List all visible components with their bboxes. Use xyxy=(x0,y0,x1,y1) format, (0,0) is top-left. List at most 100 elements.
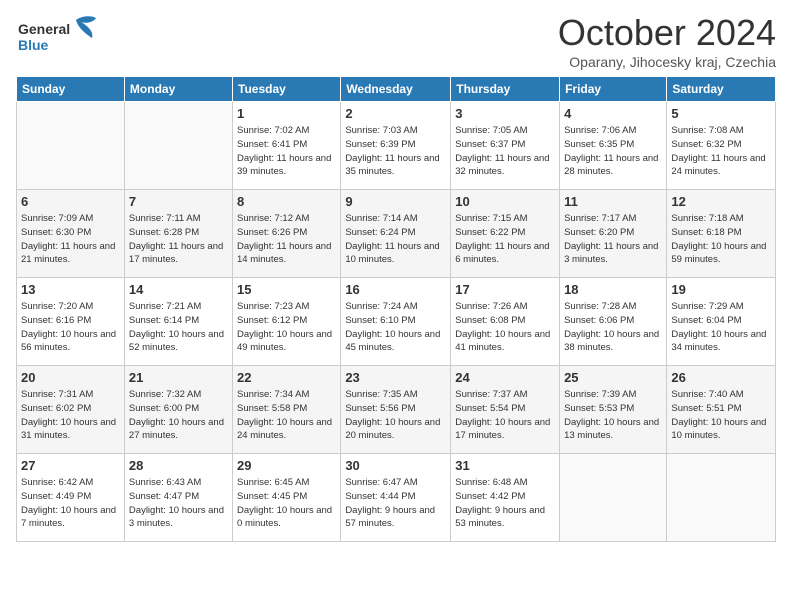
table-row: 31Sunrise: 6:48 AM Sunset: 4:42 PM Dayli… xyxy=(451,454,560,542)
day-number: 7 xyxy=(129,193,228,211)
calendar-week-3: 13Sunrise: 7:20 AM Sunset: 6:16 PM Dayli… xyxy=(17,278,776,366)
table-row: 15Sunrise: 7:23 AM Sunset: 6:12 PM Dayli… xyxy=(233,278,341,366)
calendar-table: Sunday Monday Tuesday Wednesday Thursday… xyxy=(16,76,776,542)
day-number: 1 xyxy=(237,105,336,123)
day-number: 5 xyxy=(671,105,771,123)
day-number: 13 xyxy=(21,281,120,299)
table-row: 21Sunrise: 7:32 AM Sunset: 6:00 PM Dayli… xyxy=(124,366,232,454)
day-info: Sunrise: 7:18 AM Sunset: 6:18 PM Dayligh… xyxy=(671,212,771,267)
day-info: Sunrise: 7:06 AM Sunset: 6:35 PM Dayligh… xyxy=(564,124,662,179)
day-info: Sunrise: 7:29 AM Sunset: 6:04 PM Dayligh… xyxy=(671,300,771,355)
table-row xyxy=(560,454,667,542)
svg-text:General: General xyxy=(18,21,70,37)
day-number: 12 xyxy=(671,193,771,211)
day-number: 31 xyxy=(455,457,555,475)
col-saturday: Saturday xyxy=(667,77,776,102)
day-number: 27 xyxy=(21,457,120,475)
day-number: 26 xyxy=(671,369,771,387)
day-number: 10 xyxy=(455,193,555,211)
day-info: Sunrise: 7:37 AM Sunset: 5:54 PM Dayligh… xyxy=(455,388,555,443)
day-number: 15 xyxy=(237,281,336,299)
day-info: Sunrise: 6:43 AM Sunset: 4:47 PM Dayligh… xyxy=(129,476,228,531)
day-number: 3 xyxy=(455,105,555,123)
col-tuesday: Tuesday xyxy=(233,77,341,102)
day-info: Sunrise: 7:40 AM Sunset: 5:51 PM Dayligh… xyxy=(671,388,771,443)
calendar-week-1: 1Sunrise: 7:02 AM Sunset: 6:41 PM Daylig… xyxy=(17,102,776,190)
title-area: October 2024 Oparany, Jihocesky kraj, Cz… xyxy=(558,12,776,70)
table-row: 18Sunrise: 7:28 AM Sunset: 6:06 PM Dayli… xyxy=(560,278,667,366)
day-info: Sunrise: 7:17 AM Sunset: 6:20 PM Dayligh… xyxy=(564,212,662,267)
day-info: Sunrise: 7:02 AM Sunset: 6:41 PM Dayligh… xyxy=(237,124,336,179)
day-info: Sunrise: 7:11 AM Sunset: 6:28 PM Dayligh… xyxy=(129,212,228,267)
table-row: 29Sunrise: 6:45 AM Sunset: 4:45 PM Dayli… xyxy=(233,454,341,542)
table-row: 20Sunrise: 7:31 AM Sunset: 6:02 PM Dayli… xyxy=(17,366,125,454)
day-number: 21 xyxy=(129,369,228,387)
day-info: Sunrise: 7:32 AM Sunset: 6:00 PM Dayligh… xyxy=(129,388,228,443)
day-info: Sunrise: 7:05 AM Sunset: 6:37 PM Dayligh… xyxy=(455,124,555,179)
day-number: 24 xyxy=(455,369,555,387)
day-number: 8 xyxy=(237,193,336,211)
calendar-header-row: Sunday Monday Tuesday Wednesday Thursday… xyxy=(17,77,776,102)
day-info: Sunrise: 6:47 AM Sunset: 4:44 PM Dayligh… xyxy=(345,476,446,531)
table-row: 22Sunrise: 7:34 AM Sunset: 5:58 PM Dayli… xyxy=(233,366,341,454)
day-number: 22 xyxy=(237,369,336,387)
day-number: 29 xyxy=(237,457,336,475)
month-title: October 2024 xyxy=(558,12,776,54)
table-row: 7Sunrise: 7:11 AM Sunset: 6:28 PM Daylig… xyxy=(124,190,232,278)
day-info: Sunrise: 7:20 AM Sunset: 6:16 PM Dayligh… xyxy=(21,300,120,355)
table-row: 1Sunrise: 7:02 AM Sunset: 6:41 PM Daylig… xyxy=(233,102,341,190)
header: General Blue October 2024 Oparany, Jihoc… xyxy=(16,12,776,70)
day-number: 6 xyxy=(21,193,120,211)
day-info: Sunrise: 7:12 AM Sunset: 6:26 PM Dayligh… xyxy=(237,212,336,267)
table-row xyxy=(667,454,776,542)
day-number: 30 xyxy=(345,457,446,475)
table-row: 8Sunrise: 7:12 AM Sunset: 6:26 PM Daylig… xyxy=(233,190,341,278)
day-info: Sunrise: 7:03 AM Sunset: 6:39 PM Dayligh… xyxy=(345,124,446,179)
subtitle: Oparany, Jihocesky kraj, Czechia xyxy=(558,54,776,70)
table-row: 19Sunrise: 7:29 AM Sunset: 6:04 PM Dayli… xyxy=(667,278,776,366)
table-row: 23Sunrise: 7:35 AM Sunset: 5:56 PM Dayli… xyxy=(341,366,451,454)
day-info: Sunrise: 7:09 AM Sunset: 6:30 PM Dayligh… xyxy=(21,212,120,267)
day-info: Sunrise: 7:34 AM Sunset: 5:58 PM Dayligh… xyxy=(237,388,336,443)
table-row: 12Sunrise: 7:18 AM Sunset: 6:18 PM Dayli… xyxy=(667,190,776,278)
col-thursday: Thursday xyxy=(451,77,560,102)
day-number: 19 xyxy=(671,281,771,299)
logo-svg: General Blue xyxy=(16,12,106,57)
col-friday: Friday xyxy=(560,77,667,102)
table-row: 10Sunrise: 7:15 AM Sunset: 6:22 PM Dayli… xyxy=(451,190,560,278)
day-number: 23 xyxy=(345,369,446,387)
day-number: 17 xyxy=(455,281,555,299)
day-info: Sunrise: 7:23 AM Sunset: 6:12 PM Dayligh… xyxy=(237,300,336,355)
calendar-week-4: 20Sunrise: 7:31 AM Sunset: 6:02 PM Dayli… xyxy=(17,366,776,454)
day-info: Sunrise: 7:35 AM Sunset: 5:56 PM Dayligh… xyxy=(345,388,446,443)
calendar-week-2: 6Sunrise: 7:09 AM Sunset: 6:30 PM Daylig… xyxy=(17,190,776,278)
day-info: Sunrise: 7:14 AM Sunset: 6:24 PM Dayligh… xyxy=(345,212,446,267)
day-info: Sunrise: 6:45 AM Sunset: 4:45 PM Dayligh… xyxy=(237,476,336,531)
day-number: 14 xyxy=(129,281,228,299)
table-row: 17Sunrise: 7:26 AM Sunset: 6:08 PM Dayli… xyxy=(451,278,560,366)
table-row: 9Sunrise: 7:14 AM Sunset: 6:24 PM Daylig… xyxy=(341,190,451,278)
day-number: 4 xyxy=(564,105,662,123)
table-row: 11Sunrise: 7:17 AM Sunset: 6:20 PM Dayli… xyxy=(560,190,667,278)
table-row: 13Sunrise: 7:20 AM Sunset: 6:16 PM Dayli… xyxy=(17,278,125,366)
col-sunday: Sunday xyxy=(17,77,125,102)
table-row: 24Sunrise: 7:37 AM Sunset: 5:54 PM Dayli… xyxy=(451,366,560,454)
table-row: 3Sunrise: 7:05 AM Sunset: 6:37 PM Daylig… xyxy=(451,102,560,190)
col-wednesday: Wednesday xyxy=(341,77,451,102)
day-number: 20 xyxy=(21,369,120,387)
table-row: 5Sunrise: 7:08 AM Sunset: 6:32 PM Daylig… xyxy=(667,102,776,190)
day-number: 28 xyxy=(129,457,228,475)
calendar-week-5: 27Sunrise: 6:42 AM Sunset: 4:49 PM Dayli… xyxy=(17,454,776,542)
day-number: 9 xyxy=(345,193,446,211)
day-info: Sunrise: 6:42 AM Sunset: 4:49 PM Dayligh… xyxy=(21,476,120,531)
svg-text:Blue: Blue xyxy=(18,37,49,53)
table-row: 16Sunrise: 7:24 AM Sunset: 6:10 PM Dayli… xyxy=(341,278,451,366)
day-info: Sunrise: 6:48 AM Sunset: 4:42 PM Dayligh… xyxy=(455,476,555,531)
day-info: Sunrise: 7:39 AM Sunset: 5:53 PM Dayligh… xyxy=(564,388,662,443)
day-info: Sunrise: 7:24 AM Sunset: 6:10 PM Dayligh… xyxy=(345,300,446,355)
day-info: Sunrise: 7:21 AM Sunset: 6:14 PM Dayligh… xyxy=(129,300,228,355)
table-row xyxy=(124,102,232,190)
day-info: Sunrise: 7:26 AM Sunset: 6:08 PM Dayligh… xyxy=(455,300,555,355)
day-number: 16 xyxy=(345,281,446,299)
table-row: 26Sunrise: 7:40 AM Sunset: 5:51 PM Dayli… xyxy=(667,366,776,454)
